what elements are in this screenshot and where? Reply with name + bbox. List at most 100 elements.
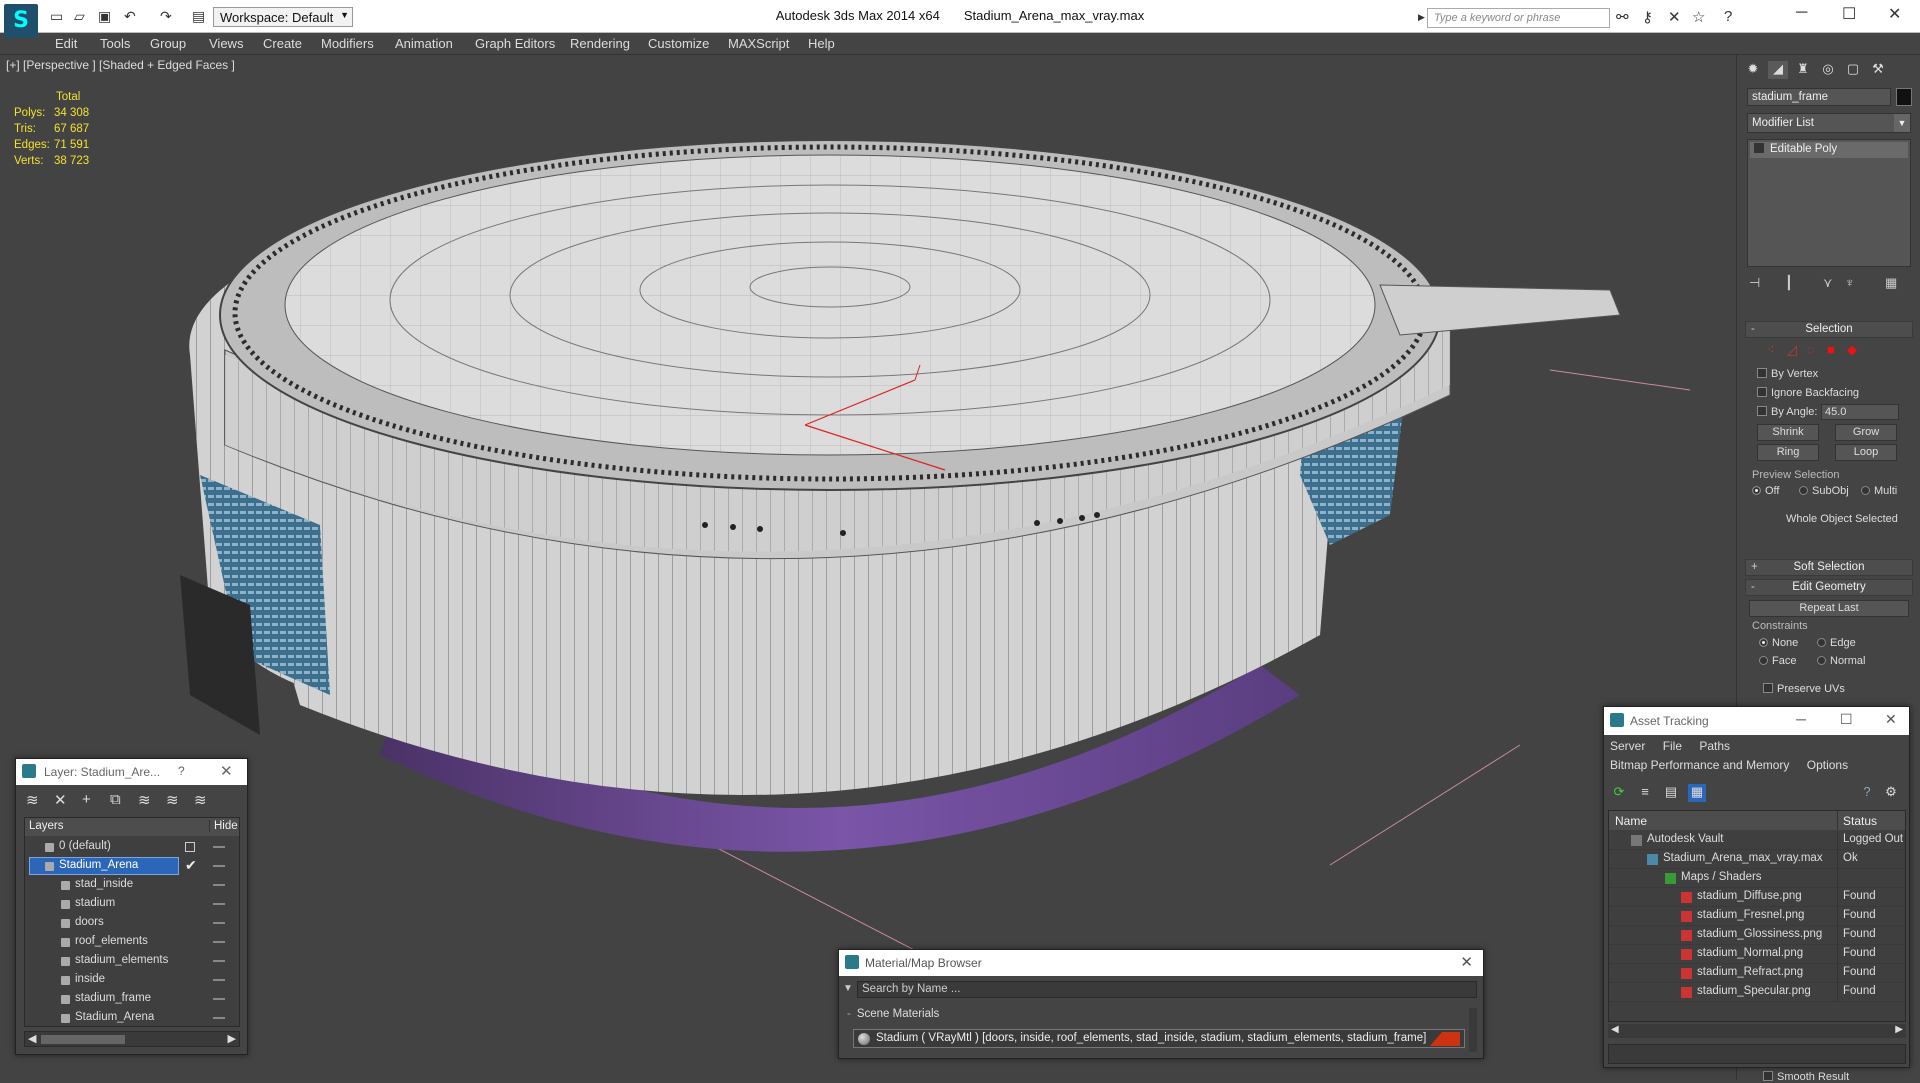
asset-row[interactable]: Autodesk Vault Logged Out	[1609, 831, 1905, 850]
motion-tab-icon[interactable]: ◎	[1818, 61, 1838, 79]
pin-stack-icon[interactable]: ⊣	[1749, 275, 1760, 291]
help-icon[interactable]: ?	[1858, 784, 1876, 802]
vertex-icon[interactable]: ⁖	[1767, 342, 1775, 358]
layer-row[interactable]: stadium_frame	[25, 990, 239, 1009]
ignore-backfacing-checkbox[interactable]: Ignore Backfacing	[1757, 387, 1859, 399]
menu-server[interactable]: Server	[1610, 739, 1645, 753]
material-search-input[interactable]: Search by Name ...	[857, 981, 1477, 998]
menu-tools[interactable]: Tools	[100, 36, 130, 51]
scene-materials-group[interactable]: - Scene Materials	[847, 1008, 939, 1020]
exchange-icon[interactable]: ✕	[1668, 8, 1681, 26]
menu-edit[interactable]: Edit	[55, 36, 77, 51]
list-view-icon[interactable]: ≡	[1636, 784, 1654, 802]
hierarchy-tab-icon[interactable]: ♜	[1793, 61, 1813, 79]
layer-row[interactable]: stadium_elements	[25, 952, 239, 971]
delete-layer-icon[interactable]: ✕	[54, 791, 67, 809]
asset-row[interactable]: Stadium_Arena_max_vray.max Ok	[1609, 850, 1905, 869]
scroll-right-icon[interactable]: ▶	[1895, 1024, 1903, 1035]
menu-customize[interactable]: Customize	[648, 36, 709, 51]
menu-file[interactable]: File	[1663, 739, 1682, 753]
material-browser-title-bar[interactable]: Material/Map Browser ✕	[839, 950, 1483, 976]
edit-geometry-rollout-header[interactable]: - Edit Geometry	[1745, 579, 1913, 596]
search-input[interactable]: Type a keyword or phrase	[1427, 8, 1610, 28]
loop-button[interactable]: Loop	[1835, 444, 1897, 461]
menu-paths[interactable]: Paths	[1699, 739, 1730, 753]
menu-rendering[interactable]: Rendering	[570, 36, 630, 51]
hide-toggle[interactable]	[213, 979, 225, 981]
asset-row[interactable]: stadium_Normal.png Found	[1609, 945, 1905, 964]
hide-toggle[interactable]	[213, 941, 225, 943]
element-icon[interactable]: ◆	[1847, 342, 1857, 358]
thumbnail-view-icon[interactable]: ▤	[1662, 784, 1680, 802]
hide-toggle[interactable]	[213, 998, 225, 1000]
by-angle-checkbox[interactable]: By Angle:	[1757, 406, 1817, 418]
asset-row[interactable]: stadium_Specular.png Found	[1609, 983, 1905, 1002]
menu-group[interactable]: Group	[150, 36, 186, 51]
close-icon[interactable]: ✕	[1460, 953, 1473, 971]
hide-column-header[interactable]: Hide	[209, 820, 238, 832]
material-vertical-scrollbar[interactable]	[1469, 1008, 1477, 1052]
scroll-right-icon[interactable]: ▶	[228, 1032, 236, 1045]
preserve-uvs-checkbox[interactable]: Preserve UVs	[1763, 683, 1845, 695]
constraint-edge-radio[interactable]: Edge	[1817, 637, 1856, 649]
preview-multi-radio[interactable]: Multi	[1861, 485, 1897, 497]
settings-icon[interactable]: ⚙	[1882, 784, 1900, 802]
polygon-icon[interactable]: ■	[1827, 342, 1835, 357]
asset-row[interactable]: stadium_Diffuse.png Found	[1609, 888, 1905, 907]
grow-button[interactable]: Grow	[1835, 424, 1897, 441]
layers-column-header[interactable]: Layers	[29, 820, 64, 832]
scroll-left-icon[interactable]: ◀	[1611, 1024, 1619, 1035]
menu-maxscript[interactable]: MAXScript	[728, 36, 789, 51]
viewport-label[interactable]: [+] [Perspective ] [Shaded + Edged Faces…	[6, 58, 235, 72]
repeat-last-button[interactable]: Repeat Last	[1749, 600, 1909, 617]
refresh-icon[interactable]: ⟳	[1610, 784, 1628, 802]
options-menu-icon[interactable]: ▼	[843, 983, 853, 994]
show-end-result-icon[interactable]: ┃	[1785, 275, 1793, 291]
layer-horizontal-scrollbar[interactable]: ◀ ▶	[24, 1031, 240, 1047]
layer-row[interactable]: Stadium_Arena ✔	[25, 857, 239, 876]
soft-selection-rollout-header[interactable]: + Soft Selection	[1745, 559, 1913, 576]
layer-row[interactable]: stadium	[25, 895, 239, 914]
minimize-icon[interactable]: ─	[1796, 4, 1807, 22]
favorites-star-icon[interactable]: ☆	[1692, 8, 1705, 26]
asset-row[interactable]: stadium_Glossiness.png Found	[1609, 926, 1905, 945]
menu-create[interactable]: Create	[263, 36, 302, 51]
name-column-header[interactable]: Name	[1615, 814, 1647, 828]
hide-toggle[interactable]	[213, 903, 225, 905]
ring-button[interactable]: Ring	[1757, 444, 1819, 461]
hide-toggle[interactable]	[213, 960, 225, 962]
maximize-icon[interactable]: ☐	[1842, 4, 1856, 24]
help-icon[interactable]: ?	[178, 764, 185, 778]
perspective-viewport[interactable]: [+] [Perspective ] [Shaded + Edged Faces…	[0, 55, 1736, 1080]
expand-box-icon[interactable]	[1754, 143, 1764, 153]
shrink-button[interactable]: Shrink	[1757, 424, 1819, 441]
asset-horizontal-scrollbar[interactable]: ◀ ▶	[1608, 1024, 1906, 1038]
angle-spinner[interactable]: 45.0	[1821, 404, 1899, 420]
menu-graph-editors[interactable]: Graph Editors	[475, 36, 555, 51]
asset-row[interactable]: Maps / Shaders	[1609, 869, 1905, 888]
layer-row[interactable]: inside	[25, 971, 239, 990]
menu-animation[interactable]: Animation	[395, 36, 453, 51]
app-logo-icon[interactable]: S	[4, 4, 38, 38]
menu-modifiers[interactable]: Modifiers	[321, 36, 374, 51]
asset-row[interactable]: stadium_Fresnel.png Found	[1609, 907, 1905, 926]
display-tab-icon[interactable]: ▢	[1843, 61, 1863, 79]
stack-item-editable-poly[interactable]: Editable Poly	[1750, 142, 1908, 158]
edge-icon[interactable]: ◿	[1787, 342, 1797, 358]
preview-subobj-radio[interactable]: SubObj	[1799, 485, 1849, 497]
freeze-all-layers-icon[interactable]: ≋	[194, 791, 207, 809]
select-in-layer-icon[interactable]: ⧉	[110, 791, 121, 808]
check-icon[interactable]: ✔	[185, 857, 197, 874]
object-name-field[interactable]: stadium_frame	[1747, 88, 1891, 106]
layer-row[interactable]: doors	[25, 914, 239, 933]
border-icon[interactable]: ◌	[1807, 342, 1815, 357]
constraint-none-radio[interactable]: None	[1759, 637, 1798, 649]
menu-bitmap-performance[interactable]: Bitmap Performance and Memory	[1610, 758, 1789, 772]
add-to-layer-icon[interactable]: +	[82, 791, 91, 808]
preview-off-radio[interactable]: Off	[1752, 485, 1779, 497]
hide-toggle[interactable]	[213, 1017, 225, 1019]
layer-row[interactable]: Stadium_Arena	[25, 1009, 239, 1028]
hide-toggle[interactable]	[213, 846, 225, 848]
hide-toggle[interactable]	[213, 884, 225, 886]
table-view-icon[interactable]: ▦	[1688, 784, 1706, 802]
